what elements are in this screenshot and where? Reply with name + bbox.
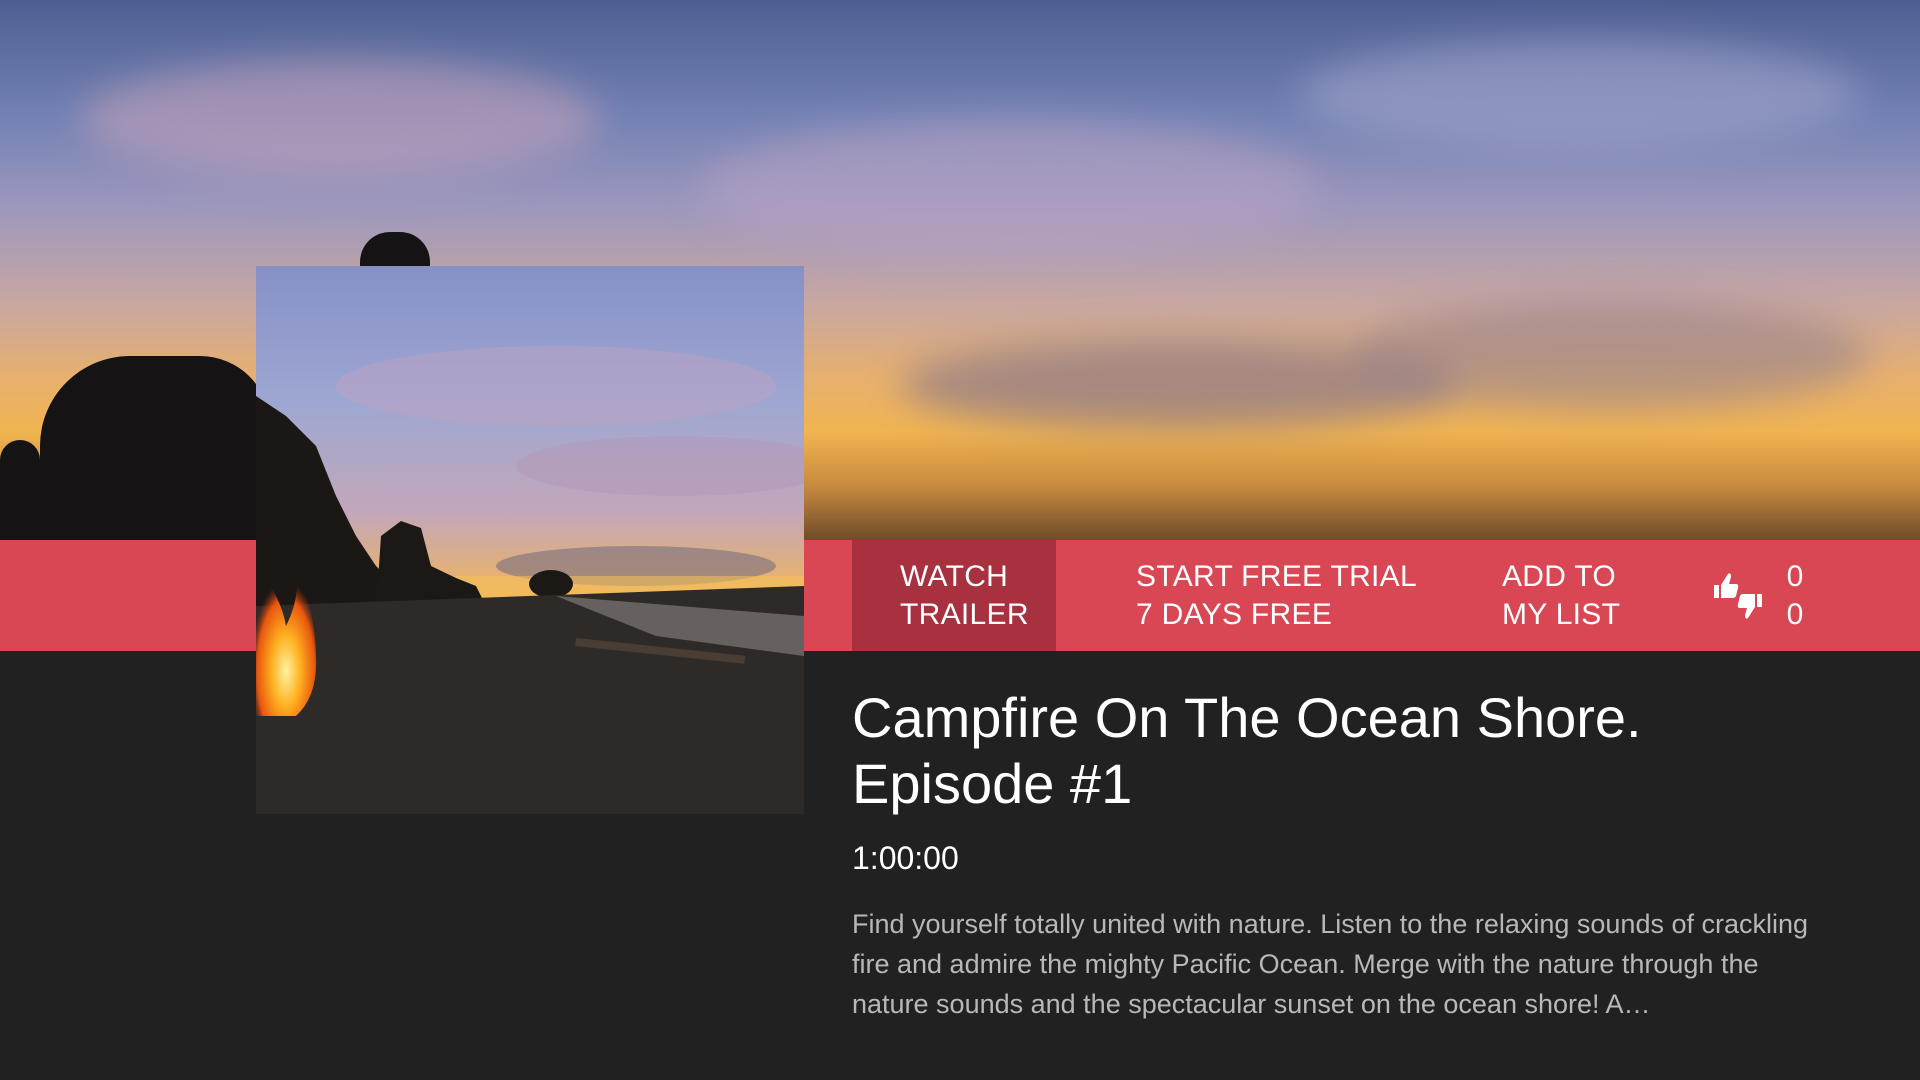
poster-image: [256, 266, 804, 814]
watch-trailer-line1: WATCH: [900, 559, 1009, 593]
my-list-line2: MY LIST: [1502, 597, 1621, 631]
my-list-line1: ADD TO: [1502, 559, 1617, 593]
episode-duration: 1:00:00: [852, 840, 959, 876]
episode-description: Find yourself totally united with nature…: [852, 909, 1809, 1019]
thumbs-up-down-icon[interactable]: [1712, 571, 1764, 621]
start-free-trial-button[interactable]: START FREE TRIAL 7 DAYS FREE: [1136, 540, 1436, 651]
dislikes-count: 0: [1786, 598, 1804, 631]
free-trial-line2: 7 DAYS FREE: [1136, 597, 1333, 631]
episode-title: Campfire On The Ocean Shore. Episode #1: [852, 686, 1642, 815]
add-to-my-list-button[interactable]: ADD TO MY LIST: [1502, 540, 1652, 651]
watch-trailer-button[interactable]: WATCH TRAILER: [852, 540, 1056, 651]
watch-trailer-line2: TRAILER: [900, 597, 1029, 631]
free-trial-line1: START FREE TRIAL: [1136, 559, 1417, 593]
likes-count: 0: [1786, 560, 1804, 593]
